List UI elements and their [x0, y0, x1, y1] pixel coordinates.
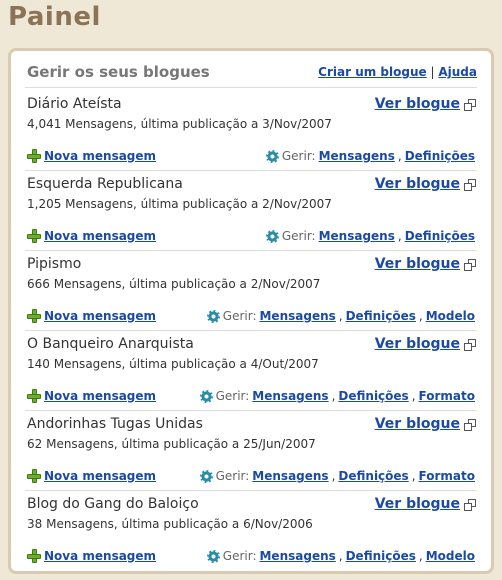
view-blog-label[interactable]: Ver blogue — [375, 176, 460, 192]
settings-link[interactable]: Definições — [346, 309, 416, 323]
manage-label: Gerir: — [222, 309, 257, 323]
external-window-icon — [464, 178, 476, 191]
new-post-link[interactable]: Nova mensagem — [27, 229, 156, 243]
manage-links: Gerir: Mensagens, Definições — [265, 149, 475, 163]
new-post-link[interactable]: Nova mensagem — [27, 149, 156, 163]
manage-label: Gerir: — [215, 469, 250, 483]
gear-icon — [265, 229, 279, 243]
view-blog-link[interactable]: Ver blogue — [375, 256, 476, 272]
posts-link[interactable]: Mensagens — [319, 149, 395, 163]
blog-name: O Banqueiro Anarquista — [27, 336, 194, 352]
new-post-label[interactable]: Nova mensagem — [44, 229, 156, 243]
page-title: Painel — [8, 2, 101, 32]
settings-link[interactable]: Definições — [405, 229, 475, 243]
gear-icon — [199, 469, 213, 483]
header-links: Criar um blogue | Ajuda — [318, 65, 477, 79]
blog-item: Diário Ateísta Ver blogue 4,041 Mensagen… — [25, 91, 477, 171]
external-window-icon — [464, 258, 476, 271]
layout-link[interactable]: Formato — [419, 389, 475, 403]
external-window-icon — [464, 498, 476, 511]
blog-item: Andorinhas Tugas Unidas Ver blogue 62 Me… — [25, 411, 477, 491]
gear-icon — [206, 309, 220, 323]
manage-label: Gerir: — [281, 149, 316, 163]
view-blog-link[interactable]: Ver blogue — [375, 96, 476, 112]
view-blog-label[interactable]: Ver blogue — [375, 96, 460, 112]
posts-link[interactable]: Mensagens — [252, 389, 328, 403]
view-blog-label[interactable]: Ver blogue — [375, 336, 460, 352]
create-blog-link[interactable]: Criar um blogue — [318, 65, 426, 79]
new-post-link[interactable]: Nova mensagem — [27, 309, 156, 323]
blog-item: Pipismo Ver blogue 666 Mensagens, última… — [25, 251, 477, 331]
blog-item: Esquerda Republicana Ver blogue 1,205 Me… — [25, 171, 477, 251]
manage-links: Gerir: Mensagens, Definições, Modelo — [206, 549, 475, 563]
settings-link[interactable]: Definições — [338, 469, 408, 483]
blog-item: Blog do Gang do Baloiço Ver blogue 38 Me… — [25, 491, 477, 571]
view-blog-label[interactable]: Ver blogue — [375, 256, 460, 272]
new-post-label[interactable]: Nova mensagem — [44, 309, 156, 323]
plus-icon — [27, 469, 41, 483]
blog-meta: 1,205 Mensagens, última publicação a 2/N… — [27, 197, 332, 211]
blog-meta: 38 Mensagens, última publicação a 6/Nov/… — [27, 517, 313, 531]
external-window-icon — [464, 418, 476, 431]
manage-links: Gerir: Mensagens, Definições, Formato — [199, 469, 475, 483]
external-window-icon — [464, 98, 476, 111]
new-post-label[interactable]: Nova mensagem — [44, 549, 156, 563]
blog-meta: 666 Mensagens, última publicação a 2/Nov… — [27, 277, 321, 291]
panel-title: Gerir os seus blogues — [27, 63, 210, 81]
blog-name: Andorinhas Tugas Unidas — [27, 416, 203, 432]
posts-link[interactable]: Mensagens — [259, 549, 335, 563]
view-blog-link[interactable]: Ver blogue — [375, 496, 476, 512]
new-post-link[interactable]: Nova mensagem — [27, 469, 156, 483]
template-link[interactable]: Modelo — [426, 309, 475, 323]
plus-icon — [27, 389, 41, 403]
gear-icon — [199, 389, 213, 403]
view-blog-label[interactable]: Ver blogue — [375, 416, 460, 432]
new-post-link[interactable]: Nova mensagem — [27, 549, 156, 563]
panel-header: Gerir os seus blogues Criar um blogue | … — [25, 61, 477, 88]
manage-links: Gerir: Mensagens, Definições, Modelo — [206, 309, 475, 323]
settings-link[interactable]: Definições — [338, 389, 408, 403]
new-post-label[interactable]: Nova mensagem — [44, 469, 156, 483]
plus-icon — [27, 549, 41, 563]
new-post-link[interactable]: Nova mensagem — [27, 389, 156, 403]
blog-name: Pipismo — [27, 256, 82, 272]
plus-icon — [27, 309, 41, 323]
blog-name: Diário Ateísta — [27, 96, 122, 112]
posts-link[interactable]: Mensagens — [259, 309, 335, 323]
blog-name: Esquerda Republicana — [27, 176, 183, 192]
settings-link[interactable]: Definições — [405, 149, 475, 163]
template-link[interactable]: Modelo — [426, 549, 475, 563]
blog-meta: 62 Mensagens, última publicação a 25/Jun… — [27, 437, 316, 451]
view-blog-link[interactable]: Ver blogue — [375, 416, 476, 432]
layout-link[interactable]: Formato — [419, 469, 475, 483]
view-blog-link[interactable]: Ver blogue — [375, 176, 476, 192]
blog-meta: 140 Mensagens, última publicação a 4/Out… — [27, 357, 319, 371]
blog-list: Diário Ateísta Ver blogue 4,041 Mensagen… — [25, 91, 477, 571]
view-blog-label[interactable]: Ver blogue — [375, 496, 460, 512]
plus-icon — [27, 149, 41, 163]
plus-icon — [27, 229, 41, 243]
manage-links: Gerir: Mensagens, Definições, Formato — [199, 389, 475, 403]
view-blog-link[interactable]: Ver blogue — [375, 336, 476, 352]
blog-name: Blog do Gang do Baloiço — [27, 496, 199, 512]
header-separator: | — [430, 65, 435, 79]
settings-link[interactable]: Definições — [346, 549, 416, 563]
manage-label: Gerir: — [222, 549, 257, 563]
manage-links: Gerir: Mensagens, Definições — [265, 229, 475, 243]
new-post-label[interactable]: Nova mensagem — [44, 149, 156, 163]
help-link[interactable]: Ajuda — [438, 65, 477, 79]
gear-icon — [265, 149, 279, 163]
manage-label: Gerir: — [215, 389, 250, 403]
manage-blogs-panel: Gerir os seus blogues Criar um blogue | … — [8, 48, 494, 574]
new-post-label[interactable]: Nova mensagem — [44, 389, 156, 403]
external-window-icon — [464, 338, 476, 351]
blog-meta: 4,041 Mensagens, última publicação a 3/N… — [27, 117, 332, 131]
blog-item: O Banqueiro Anarquista Ver blogue 140 Me… — [25, 331, 477, 411]
manage-label: Gerir: — [281, 229, 316, 243]
posts-link[interactable]: Mensagens — [252, 469, 328, 483]
gear-icon — [206, 549, 220, 563]
posts-link[interactable]: Mensagens — [319, 229, 395, 243]
